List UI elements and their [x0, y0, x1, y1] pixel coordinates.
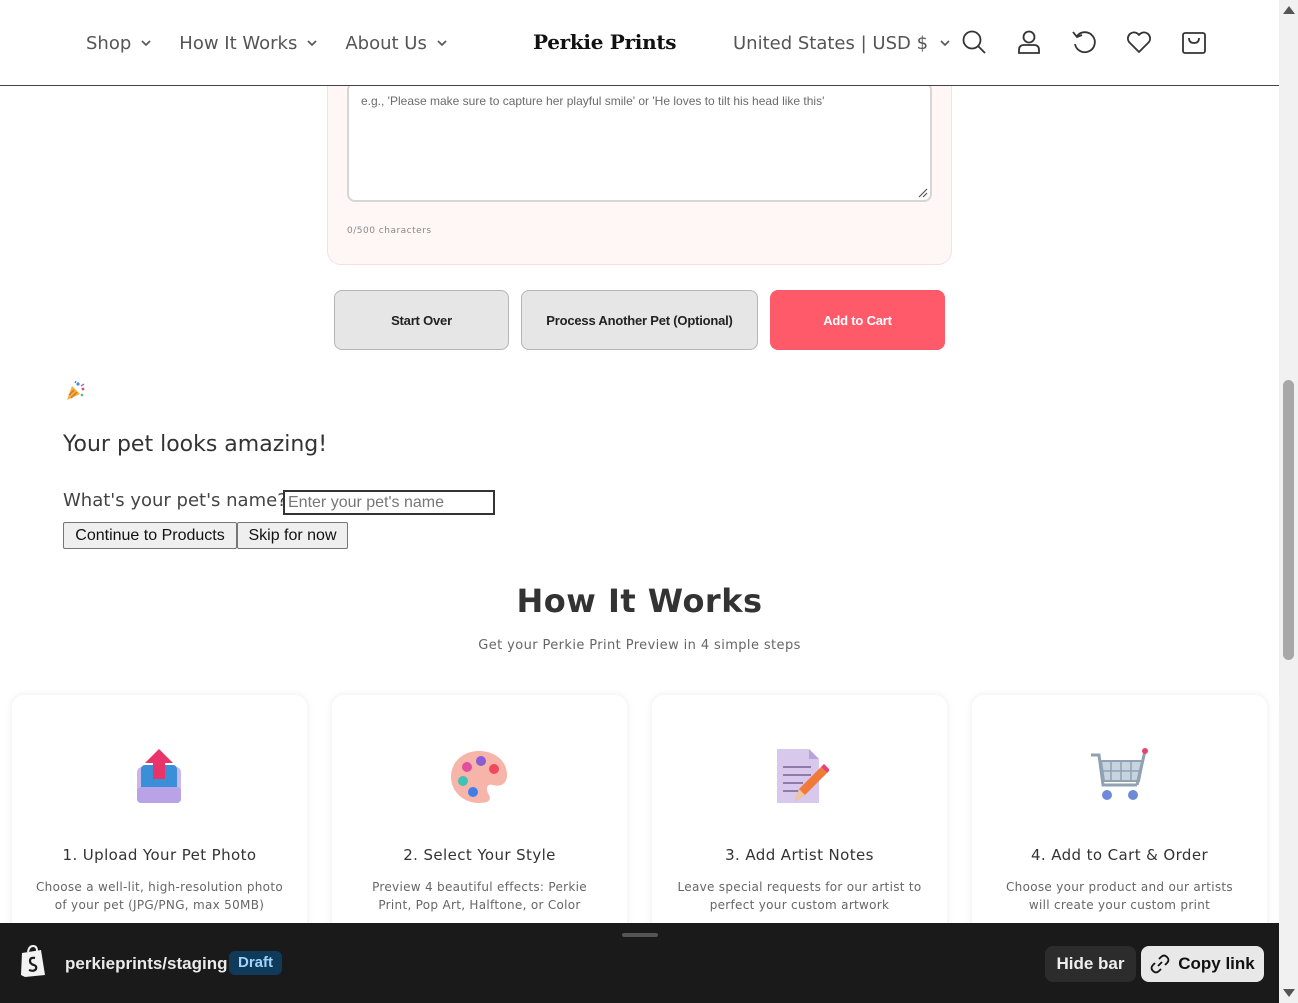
chevron-down-icon [437, 40, 447, 47]
wishlist-icon[interactable] [1124, 27, 1154, 57]
nav-shop[interactable]: Shop [86, 28, 153, 58]
party-popper-icon [67, 380, 85, 400]
site-header: Shop How It Works About Us Perkie Prints… [0, 0, 1279, 86]
search-icon[interactable] [959, 27, 989, 57]
continue-to-products-button[interactable]: Continue to Products [63, 522, 237, 549]
upload-icon [137, 749, 181, 803]
character-count: 0/500 characters [347, 226, 432, 236]
step-description: Choose your product and our artists will… [1005, 880, 1233, 912]
step-card-order: 4. Add to Cart & Order Choose your produ… [972, 695, 1267, 955]
step-description: Choose a well-lit, high-resolution photo… [36, 880, 283, 912]
step-card-notes: 3. Add Artist Notes Leave special reques… [652, 695, 947, 955]
scroll-down-arrow-icon[interactable] [1283, 989, 1295, 997]
cart-icon[interactable] [1179, 27, 1209, 57]
resize-grip-icon[interactable] [918, 188, 928, 198]
pet-name-input[interactable] [283, 490, 495, 515]
scrollbar-thumb[interactable] [1283, 380, 1294, 660]
step-title: 3. Add Artist Notes [725, 846, 874, 864]
shopify-bag-icon [21, 945, 45, 977]
hide-bar-button[interactable]: Hide bar [1045, 946, 1136, 982]
pet-name-label: What's your pet's name? [63, 490, 287, 511]
chevron-down-icon [141, 40, 151, 47]
chevron-down-icon [307, 40, 317, 47]
scroll-up-arrow-icon[interactable] [1283, 6, 1295, 14]
copy-link-button[interactable]: Copy link [1141, 946, 1264, 982]
currency-selector[interactable]: United States | USD $ [733, 28, 952, 58]
step-description: Preview 4 beautiful effects: Perkie Prin… [372, 880, 587, 912]
how-it-works-subtitle: Get your Perkie Print Preview in 4 simpl… [478, 638, 801, 653]
step-card-upload: 1. Upload Your Pet Photo Choose a well-l… [12, 695, 307, 955]
process-another-pet-button[interactable]: Process Another Pet (Optional) [521, 290, 758, 350]
account-icon[interactable] [1014, 27, 1044, 57]
brand-logo[interactable]: Perkie Prints [533, 30, 677, 54]
nav-how-it-works-label: How It Works [179, 32, 298, 54]
step-title: 4. Add to Cart & Order [1030, 846, 1209, 864]
nav-about-us[interactable]: About Us [345, 28, 449, 58]
skip-for-now-button[interactable]: Skip for now [237, 522, 348, 549]
success-title: Your pet looks amazing! [63, 432, 328, 457]
store-name: perkieprints/staging [65, 954, 228, 973]
nav-how-it-works[interactable]: How It Works [179, 28, 319, 58]
preview-bar: perkieprints/staging Draft Hide bar Copy… [0, 923, 1279, 1003]
main-nav: Shop How It Works About Us [86, 28, 449, 58]
page-scrollbar[interactable] [1279, 0, 1298, 1003]
draft-badge: Draft [229, 951, 283, 975]
currency-label: United States | USD $ [733, 32, 929, 54]
palette-icon [451, 751, 507, 803]
history-icon[interactable] [1069, 27, 1099, 57]
start-over-button[interactable]: Start Over [334, 290, 509, 350]
step-description: Leave special requests for our artist to… [677, 880, 922, 912]
notes-icon [777, 749, 829, 803]
link-icon [1150, 954, 1170, 974]
copy-link-label: Copy link [1178, 954, 1255, 973]
drag-handle[interactable] [622, 933, 658, 937]
nav-about-us-label: About Us [345, 32, 427, 54]
step-title: 1. Upload Your Pet Photo [62, 846, 257, 864]
shopping-cart-icon [1091, 748, 1148, 800]
chevron-down-icon [940, 40, 950, 47]
step-title: 2. Select Your Style [403, 846, 556, 864]
nav-shop-label: Shop [86, 32, 132, 54]
artist-notes-textarea[interactable] [347, 82, 932, 202]
step-card-style: 2. Select Your Style Preview 4 beautiful… [332, 695, 627, 955]
add-to-cart-button[interactable]: Add to Cart [770, 290, 945, 350]
how-it-works-title: How It Works [516, 582, 763, 620]
